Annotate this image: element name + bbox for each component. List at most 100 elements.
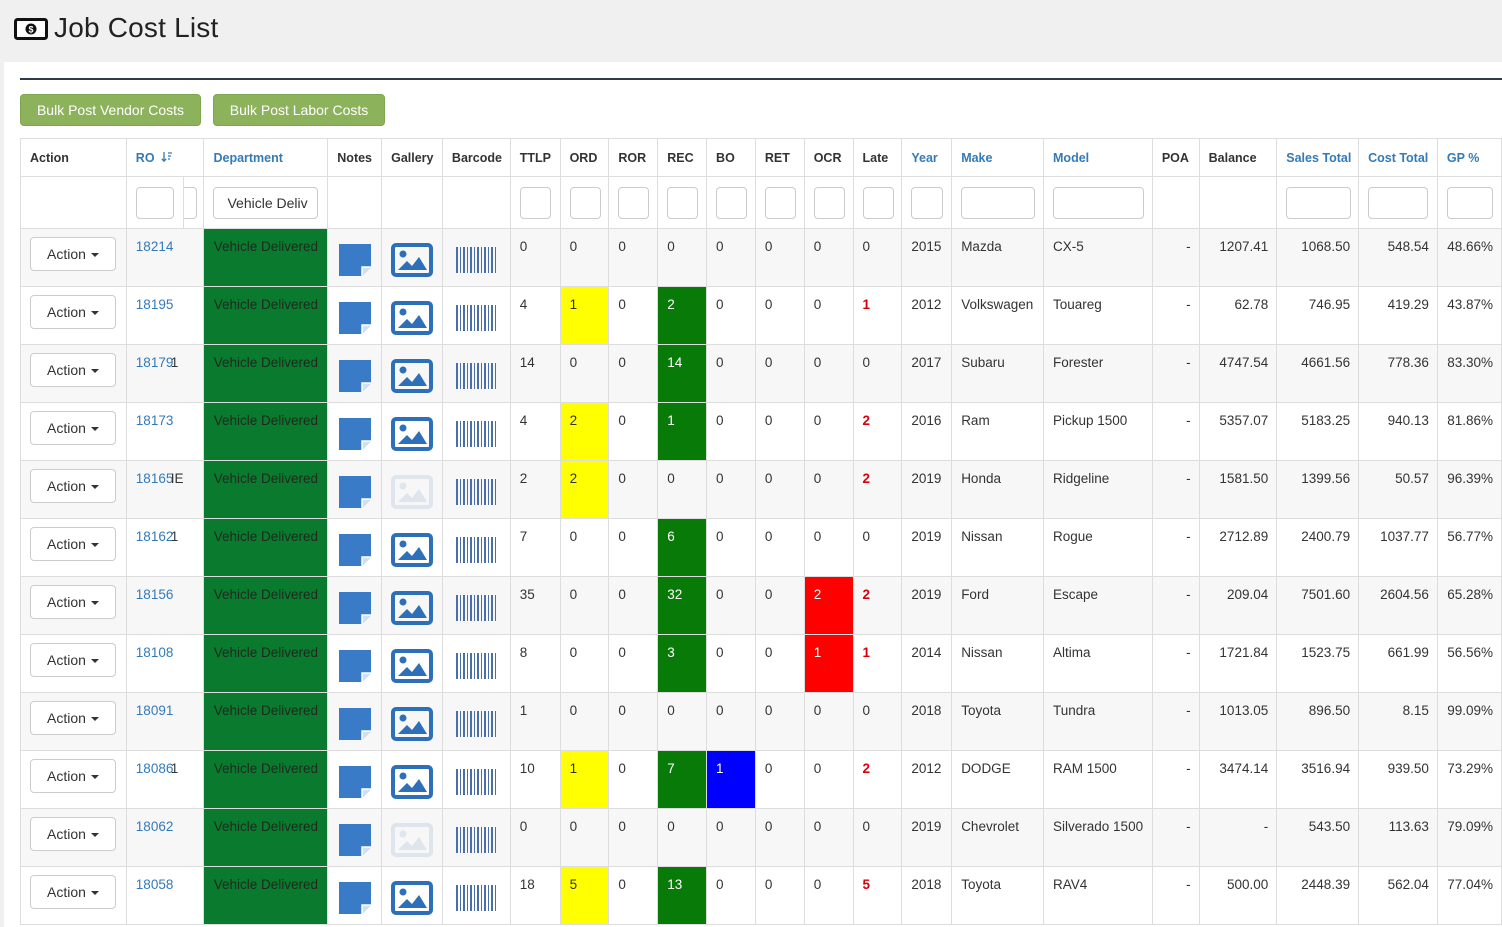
table-row[interactable]: Action 18086 1 Vehicle Delivered 10 1 0 … [20,750,1502,809]
gallery-icon[interactable] [391,648,433,683]
table-row[interactable]: Action 18214 Vehicle Delivered 0 0 0 0 0… [20,228,1502,287]
ro-link[interactable]: 18058 [136,877,174,892]
gallery-empty-icon[interactable] [391,474,433,509]
note-icon[interactable] [337,706,373,742]
col-gp-percent[interactable]: GP % [1436,138,1502,177]
bo-filter-input[interactable] [716,186,748,219]
table-row[interactable]: Action 18162 1 Vehicle Delivered 7 0 0 6… [20,518,1502,577]
gallery-icon[interactable] [391,242,433,277]
gallery-icon[interactable] [391,764,433,799]
col-ro[interactable]: RO [125,138,205,177]
barcode-icon[interactable] [455,419,497,449]
gallery-empty-icon[interactable] [391,822,433,857]
col-make[interactable]: Make [951,138,1045,177]
row-action-button[interactable]: Action [30,643,116,677]
barcode-icon[interactable] [455,651,497,681]
note-icon[interactable] [337,880,373,916]
late-filter-input[interactable] [862,186,894,219]
note-icon[interactable] [337,590,373,626]
col-department[interactable]: Department [203,138,329,177]
gallery-icon[interactable] [391,300,433,335]
barcode-icon[interactable] [455,245,497,275]
note-icon[interactable] [337,300,373,336]
row-action-button[interactable]: Action [30,295,116,329]
barcode-icon[interactable] [455,535,497,565]
table-row[interactable]: Action 18173 Vehicle Delivered 4 2 0 1 0… [20,402,1502,461]
gallery-icon[interactable] [391,706,433,741]
ro-link[interactable]: 18162 [136,529,174,544]
row-action-button[interactable]: Action [30,527,116,561]
note-icon[interactable] [337,474,373,510]
barcode-icon[interactable] [455,477,497,507]
col-sales-total[interactable]: Sales Total [1276,138,1360,177]
table-row[interactable]: Action 18179 1 Vehicle Delivered 14 0 0 … [20,344,1502,403]
note-icon[interactable] [337,242,373,278]
row-action-button[interactable]: Action [30,817,116,851]
row-action-button[interactable]: Action [30,353,116,387]
ro-link[interactable]: 18165 [136,471,174,486]
table-row[interactable]: Action 18062 Vehicle Delivered 0 0 0 0 0… [20,808,1502,867]
ro-link[interactable]: 18062 [136,819,174,834]
ro-filter-input[interactable] [135,186,174,219]
table-row[interactable]: Action 18195 Vehicle Delivered 4 1 0 2 0… [20,286,1502,345]
row-action-button[interactable]: Action [30,237,116,271]
note-icon[interactable] [337,416,373,452]
table-row[interactable]: Action 18058 Vehicle Delivered 18 5 0 13… [20,866,1502,925]
year-filter-input[interactable] [911,186,944,219]
ocr-filter-input[interactable] [813,186,845,219]
cost-total-filter-input[interactable] [1368,186,1429,219]
bulk-post-labor-costs-button[interactable]: Bulk Post Labor Costs [213,94,385,126]
ro-link[interactable]: 18179 [136,355,174,370]
ord-filter-input[interactable] [569,186,601,219]
gallery-icon[interactable] [391,880,433,915]
row-action-button[interactable]: Action [30,585,116,619]
rec-filter-input[interactable] [667,186,699,219]
row-action-button[interactable]: Action [30,759,116,793]
row-action-button[interactable]: Action [30,469,116,503]
table-row[interactable]: Action 18091 Vehicle Delivered 1 0 0 0 0… [20,692,1502,751]
note-icon[interactable] [337,648,373,684]
barcode-icon[interactable] [455,361,497,391]
note-icon[interactable] [337,764,373,800]
barcode-icon[interactable] [455,593,497,623]
gallery-icon[interactable] [391,358,433,393]
ro-link[interactable]: 18173 [136,413,174,428]
sales-total-filter-input[interactable] [1286,186,1352,219]
barcode-icon[interactable] [455,825,497,855]
ror-filter-input[interactable] [618,186,650,219]
ro-link[interactable]: 18108 [136,645,174,660]
bulk-post-vendor-costs-button[interactable]: Bulk Post Vendor Costs [20,94,201,126]
gallery-icon[interactable] [391,532,433,567]
gp-filter-input[interactable] [1446,186,1493,219]
department-filter-input[interactable]: Vehicle Deliv [213,186,319,219]
ro-link[interactable]: 18214 [136,239,174,254]
table-row[interactable]: Action 18165 IE Vehicle Delivered 2 2 0 … [20,460,1502,519]
gp-percent-cell: 81.86% [1436,402,1502,461]
barcode-icon[interactable] [455,767,497,797]
ttlp-filter-input[interactable] [519,186,551,219]
row-action-button[interactable]: Action [30,411,116,445]
ro-link[interactable]: 18091 [136,703,174,718]
ro-link[interactable]: 18156 [136,587,174,602]
table-row[interactable]: Action 18108 Vehicle Delivered 8 0 0 3 0… [20,634,1502,693]
note-icon[interactable] [337,358,373,394]
note-icon[interactable] [337,532,373,568]
ro-link[interactable]: 18086 [136,761,174,776]
row-action-button[interactable]: Action [30,701,116,735]
ro-link[interactable]: 18195 [136,297,174,312]
model-filter-input[interactable] [1053,186,1145,219]
col-cost-total[interactable]: Cost Total [1358,138,1438,177]
barcode-icon[interactable] [455,303,497,333]
note-icon[interactable] [337,822,373,858]
barcode-icon[interactable] [455,883,497,913]
ret-filter-input[interactable] [764,186,796,219]
col-model[interactable]: Model [1043,138,1153,177]
table-row[interactable]: Action 18156 Vehicle Delivered 35 0 0 32… [20,576,1502,635]
col-year[interactable]: Year [901,138,953,177]
gallery-icon[interactable] [391,416,433,451]
barcode-icon[interactable] [455,709,497,739]
gallery-icon[interactable] [391,590,433,625]
make-filter-input[interactable] [961,186,1036,219]
ro-filter-input-extra[interactable] [183,186,197,219]
row-action-button[interactable]: Action [30,875,116,909]
